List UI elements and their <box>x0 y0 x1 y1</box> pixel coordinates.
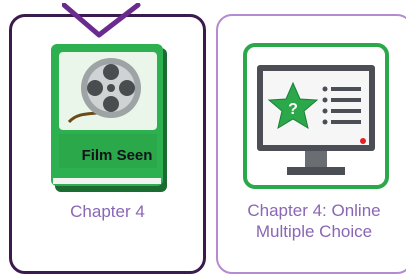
online-quiz-monitor-icon: ? <box>243 43 389 194</box>
chapter-4-online-multiple-choice-label: Chapter 4: Online Multiple Choice <box>247 201 381 241</box>
svg-text:?: ? <box>288 101 298 118</box>
film-seen-label: Film Seen <box>81 147 153 164</box>
checkmark-icon <box>62 3 141 38</box>
chapter-4-label: Chapter 4 <box>70 202 145 221</box>
chapter-card-chapter-4[interactable]: Film Seen Chapter 4 <box>9 3 206 274</box>
film-reel-book-icon: Film Seen <box>49 44 169 199</box>
chapter-card-online-multiple-choice[interactable]: ? Chapter 4: Online Multiple Choice <box>216 14 406 274</box>
